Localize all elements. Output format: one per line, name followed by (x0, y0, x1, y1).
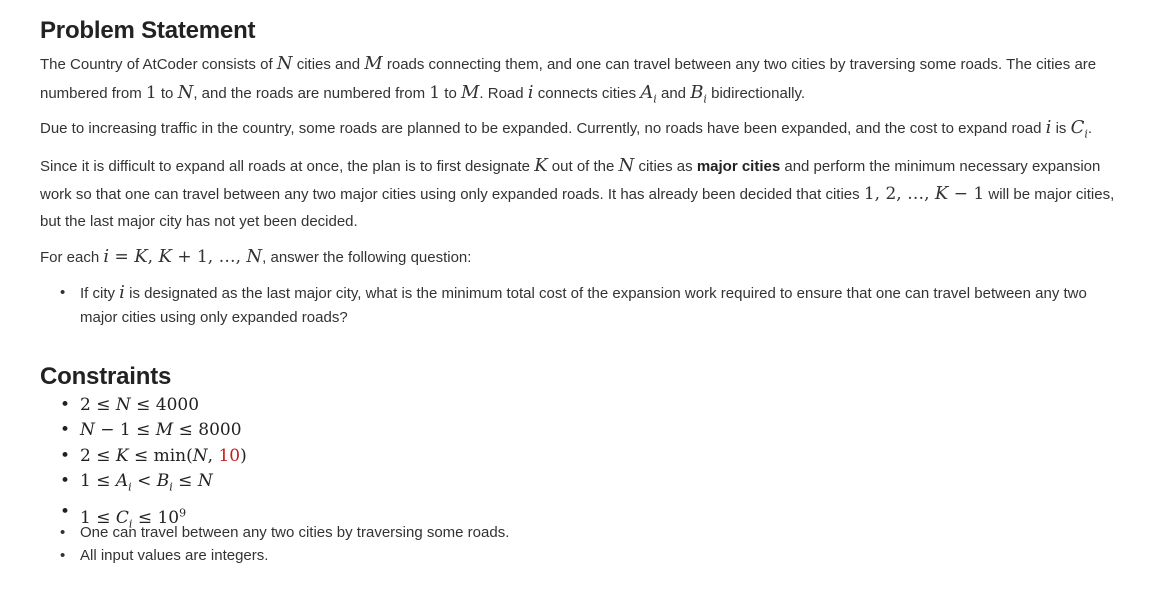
question-list: • If city i is designated as the last maj… (58, 281, 1128, 330)
constraint-item: • N − 1 ≤ M ≤ 8000 (60, 420, 242, 441)
constraint-item: • 1 ≤ Ai < Bi ≤ N (60, 471, 213, 494)
constraint-item: • One can travel between any two cities b… (60, 524, 510, 541)
constraint-item: • All input values are integers. (60, 547, 269, 564)
constraints-text-list: • One can travel between any two cities b… (58, 521, 1128, 567)
question-intro-paragraph: For each i = K, K + 1, …, N, answer the … (40, 246, 472, 267)
question-item: • If city i is designated as the last maj… (60, 282, 1087, 326)
constraint-item: • 2 ≤ K ≤ min(N, 10) (60, 445, 247, 466)
problem-statement-heading: Problem Statement (40, 17, 256, 44)
major-cities-term: major cities (696, 158, 781, 175)
intro-paragraph: The Country of AtCoder consists of N cit… (40, 53, 1097, 106)
problem-page: Problem Statement The Country of AtCoder… (0, 0, 1170, 591)
plan-paragraph: Since it is difficult to expand all road… (40, 155, 1115, 230)
constraints-heading: Constraints (40, 363, 172, 390)
constraint-item: • 2 ≤ N ≤ 4000 (60, 395, 200, 415)
constraints-math-list: • 2 ≤ N ≤ 4000 • N − 1 ≤ M ≤ 8000 • 2 ≤ K ≤… (58, 393, 1128, 536)
traffic-paragraph: Due to increasing traffic in the country… (40, 117, 1093, 141)
